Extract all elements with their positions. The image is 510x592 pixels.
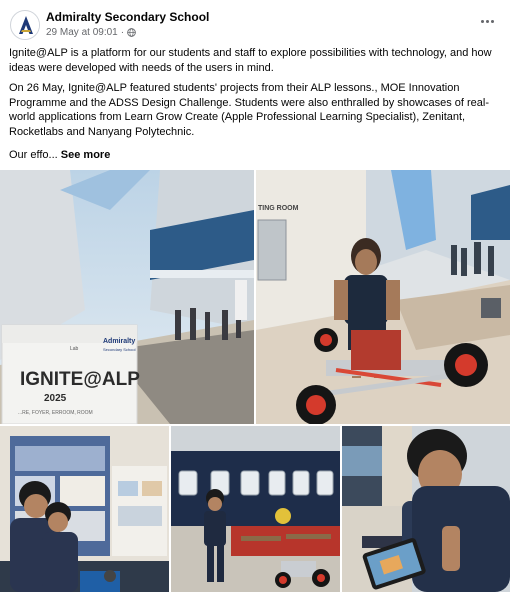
globe-icon xyxy=(127,28,136,37)
post-meta: 29 May at 09:01 · xyxy=(46,27,136,38)
school-crest-icon[interactable] xyxy=(10,10,40,40)
post-timestamp[interactable]: 29 May at 09:01 xyxy=(46,27,118,38)
see-more-link[interactable]: See more xyxy=(61,149,111,161)
sign-year: 2025 xyxy=(44,393,67,404)
post-truncated-text: Our effo... See more xyxy=(9,148,501,163)
truncated-text: Our effo... xyxy=(9,149,58,161)
more-options-icon[interactable] xyxy=(476,12,498,30)
post-paragraph-1: Ignite@ALP is a platform for our student… xyxy=(9,47,492,74)
post-paragraph-2: On 26 May, Ignite@ALP featured students'… xyxy=(9,82,489,138)
photo-poster-display[interactable] xyxy=(0,426,169,592)
meta-separator: · xyxy=(120,27,125,38)
page-name[interactable]: Admiralty Secondary School xyxy=(46,10,209,24)
photo-classroom-robot[interactable] xyxy=(171,426,340,592)
sign-small-text: Lab xyxy=(70,346,79,352)
sign-title: IGNITE@ALP xyxy=(20,369,140,390)
photo-student-tablet[interactable] xyxy=(342,426,510,592)
sign-logo-subtext: Secondary School xyxy=(103,347,136,352)
photo-go-kart[interactable]: TING ROOM xyxy=(256,170,510,424)
sign-venue: ...RE, FOYER, ERROOM, ROOM xyxy=(18,410,93,416)
post-header: Admiralty Secondary School 29 May at 09:… xyxy=(0,0,510,44)
sign-logo-text: Admiralty xyxy=(103,338,135,345)
photo-event-sign[interactable]: Admiralty Secondary School Lab IGNITE@AL… xyxy=(0,170,254,424)
photo2-wall-sign: TING ROOM xyxy=(258,205,299,212)
